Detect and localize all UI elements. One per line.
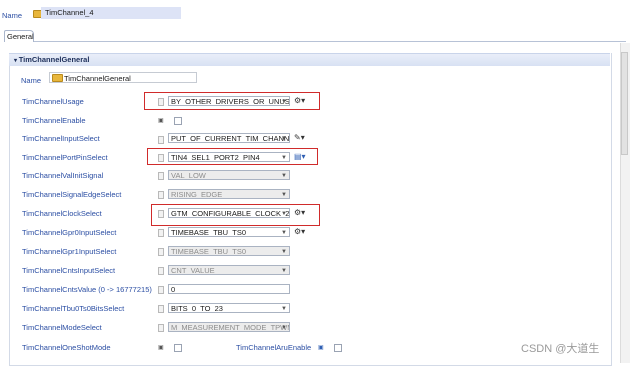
- highlight-box: [147, 148, 318, 165]
- row-label-gpr1: TimChannelGpr1InputSelect: [22, 247, 117, 256]
- tab-general[interactable]: General: [4, 30, 34, 42]
- folder-icon: [52, 74, 63, 84]
- chevron-down-icon: ▼: [281, 136, 287, 142]
- section-header[interactable]: [9, 53, 610, 66]
- name-value: TimChannel_4: [45, 8, 94, 17]
- row-label-usage: TimChannelUsage: [22, 97, 84, 106]
- val-init-select: VAL_LOW ▼: [168, 170, 290, 180]
- row-label-val-init: TimChannelValInitSignal: [22, 171, 104, 180]
- cnts-value-input[interactable]: 0: [168, 284, 290, 294]
- doc-icon: [158, 248, 164, 256]
- row-label-port-pin: TimChannelPortPinSelect: [22, 153, 108, 162]
- row-label-one-shot: TimChannelOneShotMode: [22, 343, 111, 352]
- chevron-down-icon: ▼: [281, 268, 287, 274]
- highlight-box: [151, 204, 320, 226]
- name-label: Name: [2, 11, 23, 20]
- wand-icon[interactable]: ⚙▾: [294, 227, 305, 236]
- doc-icon: [158, 305, 164, 313]
- cnts-input-select: CNT_VALUE ▼: [168, 265, 290, 275]
- chevron-down-icon: ▼: [281, 306, 287, 312]
- tab-general-label: General: [7, 32, 34, 41]
- highlight-box: [144, 92, 320, 110]
- chevron-down-icon: ▼: [281, 230, 287, 236]
- row-label-cnts-value: TimChannelCntsValue (0 -> 16777215): [22, 285, 152, 294]
- row-label-clock-select: TimChannelClockSelect: [22, 209, 102, 218]
- default-icon: ▣: [158, 118, 164, 124]
- scrollbar-thumb[interactable]: [621, 52, 628, 155]
- section-name-label: Name: [21, 76, 42, 85]
- row-label-enable: TimChannelEnable: [22, 116, 86, 125]
- one-shot-checkbox[interactable]: [174, 344, 182, 352]
- watermark: CSDN @大道生: [521, 343, 600, 355]
- row-label-cnts-input: TimChannelCntsInputSelect: [22, 266, 116, 275]
- section-title[interactable]: ▾ TimChannelGeneral: [14, 55, 89, 64]
- row-label-input-select: TimChannelInputSelect: [22, 134, 100, 143]
- input-select[interactable]: PUT_OF_CURRENT_TIM_CHANNEL ▼: [168, 133, 290, 143]
- chevron-down-icon: ▼: [281, 249, 287, 255]
- chevron-down-icon: ▼: [281, 173, 287, 179]
- tab-bar: [4, 30, 626, 42]
- section-name-field[interactable]: TimChannelGeneral: [49, 72, 197, 83]
- tbu0ts0-select[interactable]: BITS_0_TO_23 ▼: [168, 303, 290, 313]
- doc-icon: [158, 136, 164, 144]
- doc-icon: [158, 191, 164, 199]
- aru-enable-checkbox[interactable]: [334, 344, 342, 352]
- enable-checkbox[interactable]: [174, 117, 182, 125]
- mode-select: M_MEASUREMENT_MODE_TPWM ▼: [168, 322, 290, 332]
- name-field[interactable]: TimChannel_4: [41, 7, 181, 19]
- chevron-down-icon: ▼: [281, 325, 287, 331]
- chevron-down-icon: ▼: [281, 192, 287, 198]
- edit-icon[interactable]: ✎▾: [294, 133, 305, 142]
- doc-icon: [158, 324, 164, 332]
- gpr1-select: TIMEBASE_TBU_TS0 ▼: [168, 246, 290, 256]
- signal-edge-select: RISING_EDGE ▼: [168, 189, 290, 199]
- row-label-signal-edge: TimChannelSignalEdgeSelect: [22, 190, 122, 199]
- row-label-tbu0ts0: TimChannelTbu0Ts0BitsSelect: [22, 304, 125, 313]
- row-label-mode-select: TimChannelModeSelect: [22, 323, 102, 332]
- section-name-value: TimChannelGeneral: [64, 74, 131, 83]
- gpr0-select[interactable]: TIMEBASE_TBU_TS0 ▼: [168, 227, 290, 237]
- doc-icon: [158, 172, 164, 180]
- default-icon: ▣: [158, 345, 164, 351]
- doc-icon: [158, 267, 164, 275]
- doc-icon: [158, 286, 164, 294]
- row-label-gpr0: TimChannelGpr0InputSelect: [22, 228, 117, 237]
- doc-icon: [158, 229, 164, 237]
- config-icon: ▣: [318, 345, 324, 351]
- row-label-aru-enable: TimChannelAruEnable: [236, 343, 312, 352]
